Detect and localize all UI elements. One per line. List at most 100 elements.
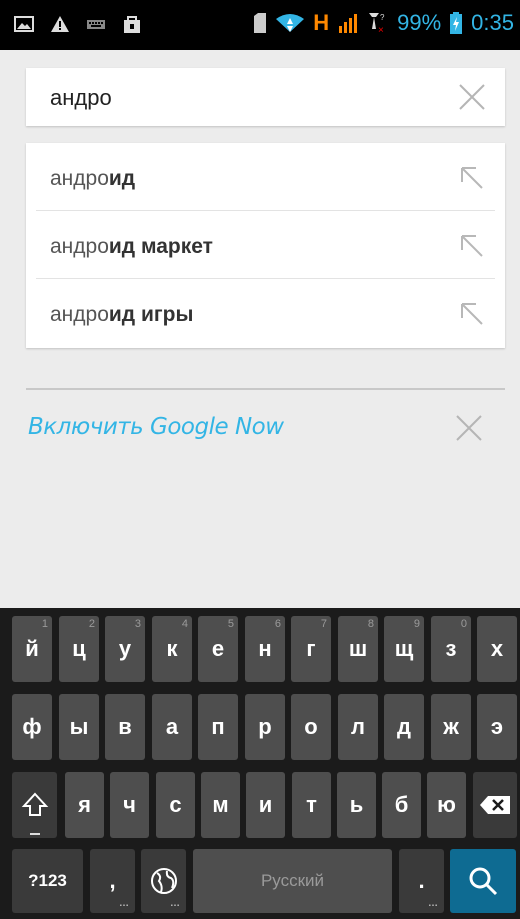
shift-icon — [21, 792, 48, 816]
key-label: м — [212, 792, 229, 817]
key-к[interactable]: к4 — [152, 616, 192, 682]
key-hint: 9 — [413, 618, 420, 630]
signal-icon — [339, 14, 358, 33]
suggestion-text: андроид маркет — [50, 235, 213, 258]
key-и[interactable]: и — [246, 772, 285, 838]
comma-key-label: , — [109, 868, 116, 893]
space-key-label: Русский — [260, 871, 325, 890]
key-label: л — [351, 714, 365, 739]
backspace-key[interactable] — [473, 772, 517, 838]
key-п[interactable]: п — [198, 694, 238, 760]
shift-key[interactable] — [12, 772, 57, 838]
key-й[interactable]: й1 — [12, 616, 52, 682]
soft-keyboard: ?123 ,… … Русский .… й1ц2у3к4е5н6г7ш8щ9з… — [0, 608, 520, 919]
search-key[interactable] — [450, 849, 516, 913]
battery-percent: 99% — [397, 10, 442, 35]
key-label: щ — [394, 636, 414, 661]
more-mark: … — [170, 898, 180, 909]
key-label: я — [78, 792, 91, 817]
suggestion-item[interactable]: андроид маркет — [26, 211, 505, 279]
key-м[interactable]: м — [201, 772, 240, 838]
space-key[interactable]: Русский — [193, 849, 392, 913]
key-ч[interactable]: ч — [110, 772, 149, 838]
search-input[interactable]: андро — [50, 85, 112, 111]
key-л[interactable]: л — [338, 694, 378, 760]
key-label: п — [211, 714, 225, 739]
suggestion-item[interactable]: андроид игры — [26, 279, 505, 347]
backspace-icon — [480, 796, 510, 814]
suggestion-text: андроид — [50, 167, 136, 190]
suggestion-list: андроид андроид маркет андроид игры — [26, 143, 505, 348]
search-icon — [469, 867, 498, 896]
image-icon — [14, 16, 34, 32]
key-label: и — [258, 792, 273, 817]
key-о[interactable]: о — [291, 694, 331, 760]
key-а[interactable]: а — [152, 694, 192, 760]
period-key[interactable]: .… — [399, 849, 444, 913]
fill-query-arrow-icon[interactable] — [459, 233, 485, 259]
key-hint: 8 — [367, 618, 374, 630]
key-hint: 4 — [181, 618, 188, 630]
key-label: в — [118, 714, 132, 739]
key-ж[interactable]: ж — [431, 694, 471, 760]
key-ю[interactable]: ю — [427, 772, 466, 838]
key-ь[interactable]: ь — [337, 772, 376, 838]
key-label: з — [445, 636, 457, 661]
clear-icon[interactable] — [457, 82, 487, 112]
key-с[interactable]: с — [156, 772, 195, 838]
key-х[interactable]: х — [477, 616, 517, 682]
key-label: к — [166, 636, 178, 661]
key-label: ч — [123, 792, 136, 817]
system-icons: H ? × 99% 0:35 — [253, 10, 514, 36]
key-hint: 3 — [134, 618, 141, 630]
key-н[interactable]: н6 — [245, 616, 285, 682]
key-э[interactable]: э — [477, 694, 517, 760]
key-hint: 6 — [274, 618, 281, 630]
key-label: р — [258, 714, 272, 739]
key-ц[interactable]: ц2 — [59, 616, 99, 682]
key-label: с — [169, 792, 182, 817]
key-в[interactable]: в — [105, 694, 145, 760]
key-hint: 7 — [320, 618, 327, 630]
key-label: э — [490, 714, 504, 739]
key-ш[interactable]: ш8 — [338, 616, 378, 682]
suggestion-text: андроид игры — [50, 303, 194, 326]
key-я[interactable]: я — [65, 772, 104, 838]
key-щ[interactable]: щ9 — [384, 616, 424, 682]
shift-indicator — [30, 833, 40, 835]
language-key[interactable]: … — [141, 849, 186, 913]
missed-signal-icon: ?× — [369, 13, 385, 35]
search-box[interactable]: андро — [26, 68, 505, 126]
dismiss-icon[interactable] — [454, 413, 484, 443]
key-label: х — [490, 636, 504, 661]
key-label: д — [397, 714, 411, 739]
key-г[interactable]: г7 — [291, 616, 331, 682]
notification-icons — [14, 13, 142, 35]
symbols-key[interactable]: ?123 — [12, 849, 83, 913]
key-р[interactable]: р — [245, 694, 285, 760]
key-ф[interactable]: ф — [12, 694, 52, 760]
more-mark: … — [119, 898, 129, 909]
enable-google-now-link[interactable]: Включить Google Now — [28, 414, 284, 440]
fill-query-arrow-icon[interactable] — [459, 165, 485, 191]
key-label: ю — [437, 792, 456, 817]
key-hint: 1 — [41, 618, 48, 630]
clock: 0:35 — [471, 10, 514, 35]
suggestion-item[interactable]: андроид — [26, 143, 505, 211]
key-у[interactable]: у3 — [105, 616, 145, 682]
key-б[interactable]: б — [382, 772, 421, 838]
warning-icon — [51, 16, 69, 32]
fill-query-arrow-icon[interactable] — [459, 301, 485, 327]
more-mark: … — [428, 898, 438, 909]
symbols-key-label: ?123 — [28, 871, 67, 890]
status-bar: H ? × 99% 0:35 — [0, 0, 520, 50]
key-label: е — [211, 636, 225, 661]
key-label: ь — [349, 792, 364, 817]
key-т[interactable]: т — [292, 772, 331, 838]
key-з[interactable]: з0 — [431, 616, 471, 682]
key-ы[interactable]: ы — [59, 694, 99, 760]
key-д[interactable]: д — [384, 694, 424, 760]
comma-key[interactable]: ,… — [90, 849, 135, 913]
network-type: H — [313, 10, 330, 35]
key-е[interactable]: е5 — [198, 616, 238, 682]
